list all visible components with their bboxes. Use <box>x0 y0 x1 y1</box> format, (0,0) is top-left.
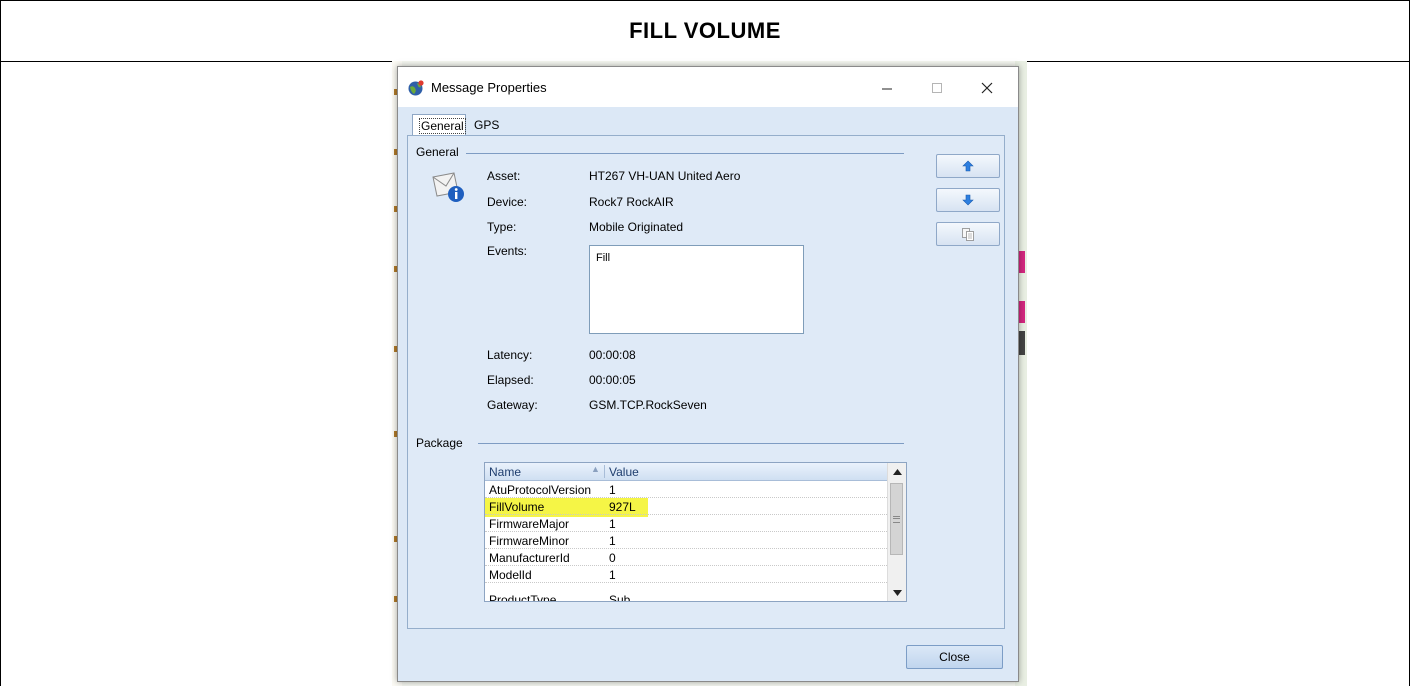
message-properties-dialog: Message Properties General GPS General A… <box>397 66 1019 682</box>
tab-general[interactable]: General <box>412 114 466 136</box>
previous-message-button[interactable] <box>936 154 1000 178</box>
tab-gps-label: GPS <box>474 118 500 132</box>
close-icon <box>981 82 993 94</box>
row-value: 1 <box>609 534 616 548</box>
package-list[interactable]: Name ▲ Value AtuProtocolVersion 1 FillVo… <box>484 462 907 602</box>
latency-value: 00:00:08 <box>589 348 636 362</box>
row-value: 1 <box>609 568 616 582</box>
document-title: FILL VOLUME <box>629 18 781 43</box>
general-group-divider <box>466 153 904 154</box>
tab-general-label: General <box>419 117 466 134</box>
row-name: ManufacturerId <box>489 551 570 565</box>
minimize-icon <box>882 88 892 90</box>
column-header-name[interactable]: Name <box>489 465 521 479</box>
type-value: Mobile Originated <box>589 220 684 234</box>
row-name: FirmwareMajor <box>489 517 570 531</box>
scroll-thumb[interactable] <box>890 483 903 555</box>
table-row[interactable]: FirmwareMajor 1 <box>485 515 887 532</box>
elapsed-value: 00:00:05 <box>589 373 636 387</box>
table-row[interactable]: AtuProtocolVersion 1 <box>485 481 887 498</box>
title-bar[interactable]: Message Properties <box>398 67 1018 107</box>
table-row[interactable]: ManufacturerId 0 <box>485 549 887 566</box>
package-group-divider <box>478 443 904 444</box>
events-listbox[interactable]: Fill <box>589 245 804 334</box>
globe-icon <box>408 80 424 96</box>
row-name: ModelId <box>489 568 532 582</box>
copy-icon <box>962 228 974 241</box>
maximize-button[interactable] <box>914 73 960 103</box>
row-value: Sub <box>609 593 631 602</box>
row-value: 927L <box>609 500 636 514</box>
general-group-label: General <box>416 145 459 159</box>
close-button[interactable]: Close <box>906 645 1003 669</box>
dialog-title: Message Properties <box>431 80 547 95</box>
gateway-label: Gateway: <box>487 398 538 412</box>
envelope-info-icon <box>432 172 464 202</box>
package-group-label: Package <box>416 436 463 450</box>
scroll-down-button[interactable] <box>888 584 906 601</box>
asset-value: HT267 VH-UAN United Aero <box>589 169 741 183</box>
table-row[interactable]: FirmwareMinor 1 <box>485 532 887 549</box>
minimize-button[interactable] <box>864 73 910 103</box>
copy-button[interactable] <box>936 222 1000 246</box>
device-value: Rock7 RockAIR <box>589 195 674 209</box>
arrow-up-icon <box>962 160 974 172</box>
maximize-icon <box>932 83 942 93</box>
row-value: 1 <box>609 517 616 531</box>
row-name: ProductType <box>489 593 557 602</box>
table-row[interactable]: ModelId 1 <box>485 566 887 583</box>
device-label: Device: <box>487 195 528 209</box>
event-item: Fill <box>596 252 611 264</box>
gateway-value: GSM.TCP.RockSeven <box>589 398 707 412</box>
document-header: FILL VOLUME <box>1 1 1409 62</box>
type-label: Type: <box>487 220 517 234</box>
column-header-value[interactable]: Value <box>609 465 639 479</box>
asset-label: Asset: <box>487 169 521 183</box>
events-label: Events: <box>487 244 528 258</box>
elapsed-label: Elapsed: <box>487 373 534 387</box>
table-row[interactable]: ProductType Sub <box>485 591 887 602</box>
close-window-button[interactable] <box>964 73 1010 103</box>
list-header: Name ▲ Value <box>485 463 887 481</box>
row-name: AtuProtocolVersion <box>489 483 592 497</box>
row-name: FirmwareMinor <box>489 534 570 548</box>
row-value: 1 <box>609 483 616 497</box>
arrow-down-icon <box>962 194 974 206</box>
scroll-up-button[interactable] <box>888 463 906 480</box>
row-name: FillVolume <box>489 500 545 514</box>
vertical-scrollbar[interactable] <box>887 463 906 601</box>
latency-label: Latency: <box>487 348 533 362</box>
chevron-up-icon <box>892 468 902 475</box>
table-row[interactable]: FillVolume 927L <box>485 498 887 515</box>
chevron-down-icon <box>892 589 902 596</box>
next-message-button[interactable] <box>936 188 1000 212</box>
sort-ascending-icon: ▲ <box>591 464 600 474</box>
row-value: 0 <box>609 551 616 565</box>
tab-gps[interactable]: GPS <box>468 115 508 135</box>
